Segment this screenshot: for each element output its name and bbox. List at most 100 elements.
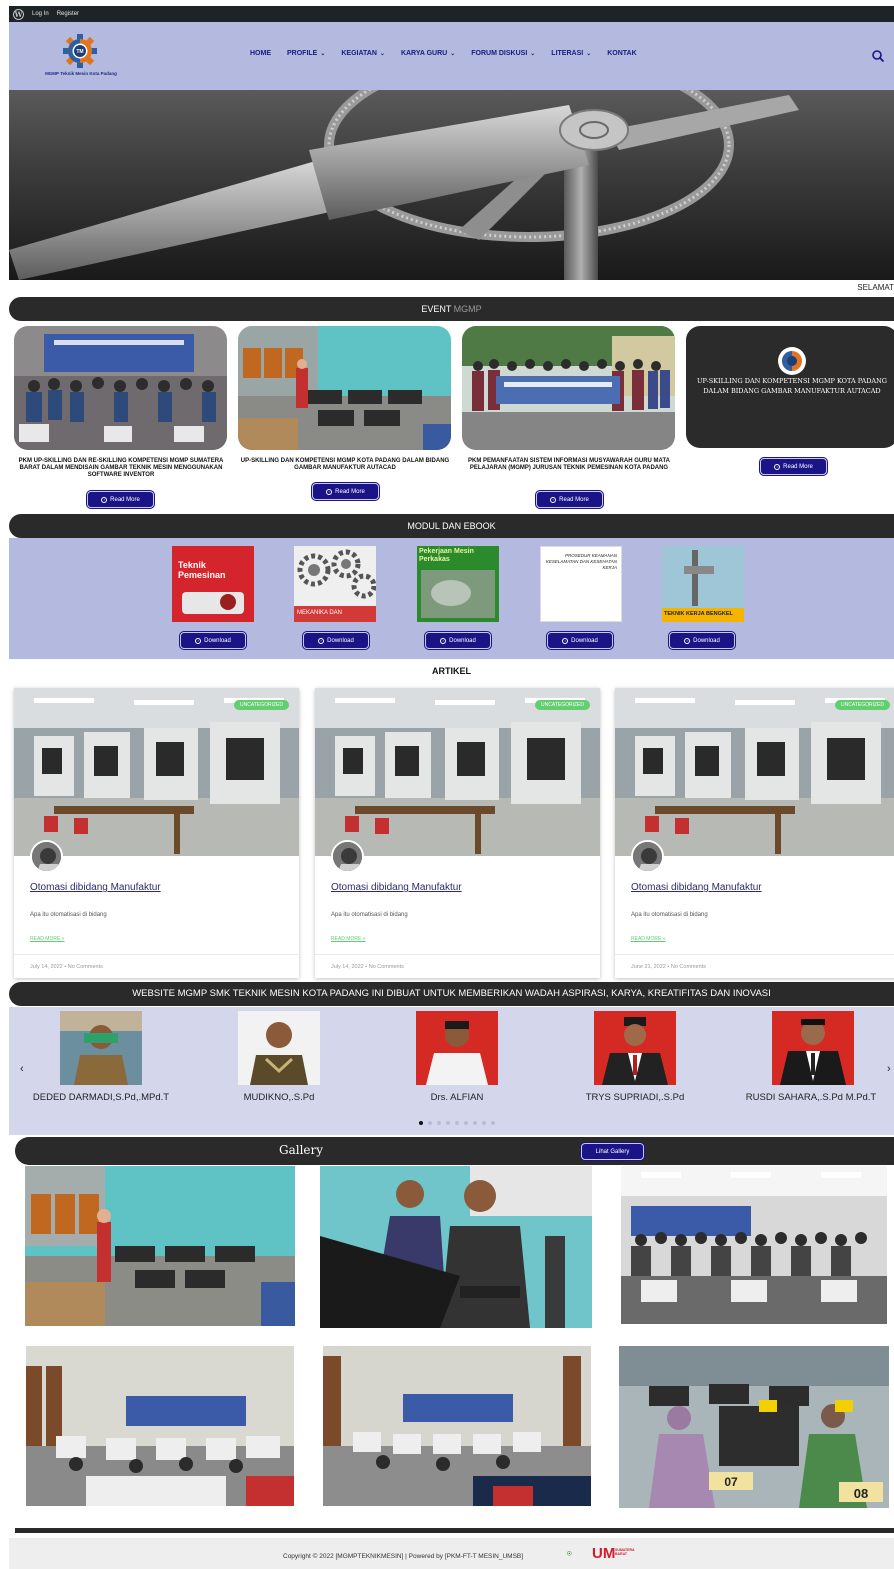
arrow-circle-icon: › — [318, 637, 325, 644]
article-title-link[interactable]: Otomasi dibidang Manufaktur — [631, 882, 762, 893]
site-logo[interactable]: TM MGMP Teknik Mesin Kota Padang — [31, 34, 131, 80]
gallery-photo-2[interactable] — [320, 1166, 592, 1328]
article-card[interactable]: UNCATEGORIZED Otomasi dibidang Manufaktur… — [315, 688, 600, 978]
teacher-photo-3[interactable] — [416, 1011, 498, 1085]
gallery-heading: Gallery — [279, 1143, 324, 1157]
teacher-name-3: Drs. ALFIAN — [430, 1092, 484, 1103]
svg-text:07: 07 — [724, 1475, 738, 1489]
carousel-next-arrow[interactable]: › — [887, 1063, 891, 1075]
register-link[interactable]: Register — [57, 11, 79, 17]
carousel-prev-arrow[interactable]: ‹ — [20, 1063, 24, 1075]
main-nav: HOME PROFILE ⌄ KEGIATAN ⌄ KARYA GURU ⌄ FORUM DI… — [250, 50, 637, 57]
event-image-2[interactable] — [238, 326, 451, 450]
article-image[interactable] — [14, 688, 299, 856]
gallery-photo-3[interactable] — [621, 1166, 887, 1324]
carousel-dot[interactable] — [437, 1121, 441, 1125]
teacher-photo-2[interactable] — [238, 1011, 320, 1085]
article-image[interactable] — [615, 688, 894, 856]
article-image[interactable] — [315, 688, 600, 856]
book-cover-2[interactable]: MEKANIKA DAN — [294, 546, 376, 622]
search-icon[interactable] — [871, 49, 885, 63]
book-cover-4[interactable]: PROSEDUR KEAMANAN KESELAMATAN DAN KESEHA… — [540, 546, 622, 622]
book-cover-3[interactable]: Pekerjaan Mesin Perkakas — [417, 546, 499, 622]
event-1-read-more-button[interactable]: › Read More — [87, 491, 154, 508]
article-date: July 14, 2022 — [30, 964, 63, 970]
teacher-photo-4[interactable] — [594, 1011, 676, 1085]
gallery-photo-4[interactable] — [26, 1346, 294, 1506]
author-avatar[interactable] — [331, 840, 364, 873]
article-comments[interactable]: No Comments — [671, 964, 706, 970]
author-avatar[interactable] — [30, 840, 63, 873]
event-4-read-more-button[interactable]: › Read More — [760, 458, 827, 475]
event-title-2[interactable]: UP-SKILLING DAN KOMPETENSI MGMP KOTA PAD… — [235, 458, 455, 472]
article-excerpt: Apa itu otomatisasi di bidang — [30, 912, 107, 918]
wordpress-icon[interactable]: W — [13, 8, 24, 20]
carousel-dot[interactable] — [419, 1121, 423, 1125]
carousel-dot[interactable] — [491, 1121, 495, 1125]
gallery-photo-1[interactable] — [25, 1166, 295, 1326]
nav-item-karya-guru[interactable]: KARYA GURU ⌄ — [401, 50, 455, 57]
nav-item-literasi[interactable]: LITERASI ⌄ — [551, 50, 591, 57]
nav-item-kegiatan[interactable]: KEGIATAN ⌄ — [341, 50, 385, 57]
event-3-read-more-button[interactable]: › Read More — [536, 491, 603, 508]
teacher-photo-5[interactable] — [772, 1011, 854, 1085]
article-title-link[interactable]: Otomasi dibidang Manufaktur — [30, 882, 161, 893]
arrow-circle-icon: › — [562, 637, 569, 644]
gallery-photo-6[interactable]: 07 08 — [619, 1346, 889, 1508]
meta-separator: • — [365, 964, 368, 970]
category-badge[interactable]: UNCATEGORIZED — [535, 700, 590, 710]
event-image-1[interactable] — [14, 326, 227, 450]
login-link[interactable]: Log In — [32, 11, 49, 17]
gallery-photo-5[interactable] — [323, 1346, 591, 1506]
book-5-download-button[interactable]: › Download — [669, 632, 735, 649]
book-3-download-button[interactable]: › Download — [425, 632, 491, 649]
event-title-3[interactable]: PKM PEMANFAATAN SISTEM INFORMASI MUSYAWA… — [459, 458, 679, 472]
nav-item-profile[interactable]: PROFILE ⌄ — [287, 50, 325, 57]
event-2-read-more-button[interactable]: › Read More — [312, 483, 379, 500]
book-cover-1[interactable]: Teknik Pemesinan — [172, 546, 254, 622]
carousel-dot[interactable] — [446, 1121, 450, 1125]
article-card[interactable]: UNCATEGORIZED Otomasi dibidang Manufaktur… — [615, 688, 894, 978]
book-2-download-button[interactable]: › Download — [303, 632, 369, 649]
author-avatar[interactable] — [631, 840, 664, 873]
chevron-down-icon: ⌄ — [379, 51, 385, 57]
event-image-3[interactable] — [462, 326, 675, 450]
read-more-link[interactable]: READ MORE » — [331, 936, 365, 942]
article-title-link[interactable]: Otomasi dibidang Manufaktur — [331, 882, 462, 893]
nav-item-home[interactable]: HOME — [250, 50, 271, 57]
book-1-download-button[interactable]: › Download — [180, 632, 246, 649]
article-card[interactable]: UNCATEGORIZED Otomasi dibidang Manufaktur… — [14, 688, 299, 978]
read-more-link[interactable]: READ MORE » — [631, 936, 665, 942]
nav-item-kontak[interactable]: KONTAK — [607, 50, 636, 57]
carousel-dot[interactable] — [455, 1121, 459, 1125]
carousel-dot[interactable] — [464, 1121, 468, 1125]
event-heading-light: MGMP — [451, 304, 482, 314]
site-header: TM MGMP Teknik Mesin Kota Padang HOME PRO… — [9, 22, 894, 90]
article-excerpt: Apa itu otomatisasi di bidang — [631, 912, 708, 918]
category-badge[interactable]: UNCATEGORIZED — [835, 700, 890, 710]
book-4-download-button[interactable]: › Download — [547, 632, 613, 649]
book-cover-5[interactable]: TEKNIK KERJA BENGKEL — [662, 546, 744, 622]
carousel-dot[interactable] — [428, 1121, 432, 1125]
gear-logo-icon — [778, 347, 806, 375]
carousel-dot[interactable] — [473, 1121, 477, 1125]
article-meta: July 14, 2022 • No Comments — [14, 954, 299, 978]
category-badge[interactable]: UNCATEGORIZED — [234, 700, 289, 710]
teacher-photo-1[interactable] — [60, 1011, 142, 1085]
umsb-logo-icon[interactable] — [567, 1547, 581, 1561]
meta-separator: • — [64, 964, 67, 970]
nav-item-forum-diskusi[interactable]: FORUM DISKUSI ⌄ — [471, 50, 535, 57]
read-more-link[interactable]: READ MORE » — [30, 936, 64, 942]
teacher-name-2: MUDIKNO,.S.Pd — [243, 1092, 315, 1103]
carousel-dot[interactable] — [482, 1121, 486, 1125]
event-card-4[interactable]: UP-SKILLING DAN KOMPETENSI MGMP KOTA PAD… — [686, 326, 894, 448]
lihat-gallery-button[interactable]: Lihat Gallery — [581, 1143, 644, 1160]
carousel-dots — [419, 1121, 495, 1125]
article-comments[interactable]: No Comments — [369, 964, 404, 970]
um-logo[interactable]: UM SUMATERA BARAT — [592, 1545, 634, 1563]
event-title-1[interactable]: PKM UP-SKILLING DAN RE-SKILLING KOMPETEN… — [11, 458, 231, 479]
teacher-name-1: DEDED DARMADI,S.Pd,.MPd.T — [32, 1092, 170, 1103]
article-comments[interactable]: No Comments — [68, 964, 103, 970]
site-footer: Copyright © 2022 [MGMPTEKNIKMESIN] | Pow… — [9, 1538, 894, 1569]
arrow-circle-icon: › — [101, 496, 108, 503]
